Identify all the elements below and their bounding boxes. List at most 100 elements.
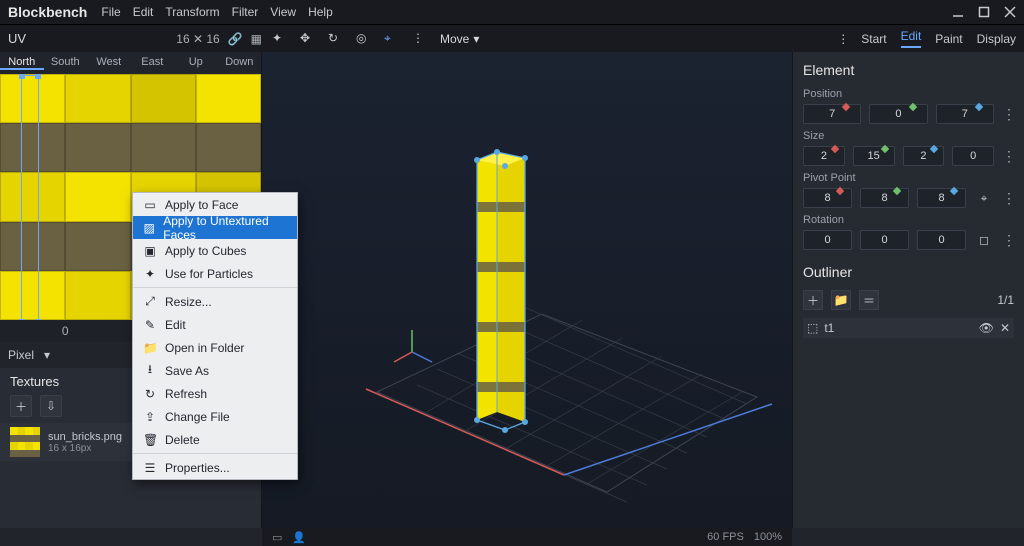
face-east[interactable]: East	[131, 56, 175, 70]
ctx-item-13[interactable]: ☰Properties...	[133, 456, 297, 479]
uv-face-tabs: North South West East Up Down	[0, 52, 261, 74]
mode-display[interactable]: Display	[977, 32, 1016, 46]
rotation-y[interactable]: 0	[860, 230, 909, 250]
outliner-title: Outliner	[803, 264, 1014, 280]
import-texture-button[interactable]: ⇩	[40, 395, 62, 417]
position-x[interactable]: 7	[803, 104, 861, 124]
face-west[interactable]: West	[87, 56, 131, 70]
ctx-icon: ⭳	[143, 360, 157, 381]
pivot-more-icon[interactable]: ⋮	[1002, 190, 1014, 207]
maximize-icon[interactable]	[978, 6, 990, 18]
rotation-lock-icon[interactable]: ◻	[974, 230, 994, 250]
ctx-icon: 🗑	[143, 433, 157, 447]
outliner-item-name: t1	[824, 321, 972, 335]
add-folder-button[interactable]: 📁	[831, 290, 851, 310]
mode-bar: UV 16 ✕ 16 🔗 ▦ ✦ ✥ ↻ ◎ ⌖ ⋮ Move ▾ ⋮ Star…	[0, 24, 1024, 52]
pivot-z[interactable]: 8	[917, 188, 966, 208]
uv-mode-label[interactable]: Pixel	[8, 348, 34, 362]
face-south[interactable]: South	[44, 56, 88, 70]
uv-coord-x[interactable]: 0	[0, 320, 131, 342]
uv-link-icon[interactable]: 🔗	[228, 32, 243, 46]
scale-gizmo-icon[interactable]: ◎	[356, 31, 372, 47]
status-cube-icon: ▭	[272, 531, 282, 544]
minimize-icon[interactable]	[952, 6, 964, 18]
duplicate-button[interactable]: ＝	[859, 290, 879, 310]
menu-transform[interactable]: Transform	[165, 5, 219, 19]
size-more-icon[interactable]: ⋮	[1002, 148, 1014, 165]
ctx-icon: ✎	[143, 318, 157, 332]
position-z[interactable]: 7	[936, 104, 994, 124]
transform-mode-dropdown[interactable]: Move ▾	[440, 32, 479, 46]
pivot-x[interactable]: 8	[803, 188, 852, 208]
center-pivot-icon[interactable]: ⌖	[974, 188, 994, 208]
outliner-item[interactable]: ⬚ t1 👁 ✕	[803, 318, 1014, 338]
uv-grid-icon[interactable]: ▦	[251, 32, 262, 46]
ctx-item-9[interactable]: ↻ Refresh	[133, 382, 297, 405]
cursor-icon[interactable]: ✦	[272, 31, 288, 47]
delete-item-icon[interactable]: ✕	[1000, 321, 1010, 335]
face-down[interactable]: Down	[218, 56, 262, 70]
ctx-label: Resize...	[165, 295, 212, 309]
mode-start[interactable]: Start	[861, 32, 886, 46]
ctx-item-6[interactable]: ✎Edit	[133, 313, 297, 336]
status-fps: 60 FPS	[707, 531, 744, 543]
add-cube-button[interactable]: ＋	[803, 290, 823, 310]
close-icon[interactable]	[1004, 6, 1016, 18]
move-gizmo-icon[interactable]: ✥	[300, 31, 316, 47]
texture-context-menu: ▭Apply to Face▨Apply to Untextured Faces…	[132, 192, 298, 480]
menu-filter[interactable]: Filter	[232, 5, 259, 19]
rotation-label: Rotation	[803, 214, 1014, 226]
visibility-icon[interactable]: 👁	[979, 321, 994, 335]
ctx-icon: ↻	[143, 387, 157, 401]
size-x[interactable]: 2	[803, 146, 845, 166]
position-label: Position	[803, 88, 1014, 100]
transform-mode-label: Move	[440, 32, 469, 46]
size-y[interactable]: 15	[853, 146, 895, 166]
ctx-item-3[interactable]: ✦Use for Particles	[133, 262, 297, 285]
ctx-item-8[interactable]: ⭳Save As	[133, 359, 297, 382]
ctx-label: Open in Folder	[165, 341, 244, 355]
ctx-icon: ⤢	[143, 294, 157, 309]
ctx-item-10[interactable]: ⇪Change File	[133, 405, 297, 428]
ctx-item-1[interactable]: ▨Apply to Untextured Faces	[133, 216, 297, 239]
menu-edit[interactable]: Edit	[133, 5, 154, 19]
more-tools-icon[interactable]: ⋮	[412, 31, 428, 47]
menu-view[interactable]: View	[270, 5, 296, 19]
ctx-label: Change File	[165, 410, 230, 424]
viewport-3d[interactable]	[262, 52, 792, 528]
ctx-item-5[interactable]: ⤢ Resize...	[133, 290, 297, 313]
status-zoom: 100%	[754, 531, 782, 543]
size-label: Size	[803, 130, 1014, 142]
rotate-gizmo-icon[interactable]: ↻	[328, 31, 344, 47]
size-inflate[interactable]: 0	[952, 146, 994, 166]
window-controls	[952, 6, 1016, 18]
add-texture-button[interactable]: ＋	[10, 395, 32, 417]
uv-resolution[interactable]: 16 ✕ 16	[176, 32, 219, 46]
rotation-z[interactable]: 0	[917, 230, 966, 250]
menu-file[interactable]: File	[101, 5, 120, 19]
face-up[interactable]: Up	[174, 56, 218, 70]
mode-more-icon[interactable]: ⋮	[837, 32, 847, 46]
pivot-label: Pivot Point	[803, 172, 1014, 184]
mode-edit[interactable]: Edit	[901, 29, 922, 48]
face-north[interactable]: North	[0, 56, 44, 70]
menu-help[interactable]: Help	[308, 5, 333, 19]
position-y[interactable]: 0	[869, 104, 927, 124]
mode-paint[interactable]: Paint	[935, 32, 962, 46]
pivot-y[interactable]: 8	[860, 188, 909, 208]
rotation-more-icon[interactable]: ⋮	[1002, 232, 1014, 249]
element-section-title: Element	[803, 62, 1014, 78]
app-logo: Blockbench	[8, 4, 87, 20]
ctx-label: Delete	[165, 433, 200, 447]
ctx-item-2[interactable]: ▣Apply to Cubes	[133, 239, 297, 262]
ctx-label: Refresh	[165, 387, 207, 401]
ctx-item-7[interactable]: 📁Open in Folder	[133, 336, 297, 359]
status-bar: ▭ 👤 60 FPS 100%	[262, 528, 792, 546]
ctx-item-11[interactable]: 🗑 Delete	[133, 428, 297, 451]
title-bar: Blockbench File Edit Transform Filter Vi…	[0, 0, 1024, 24]
pivot-icon[interactable]: ⌖	[384, 31, 400, 47]
position-more-icon[interactable]: ⋮	[1002, 106, 1014, 123]
size-z[interactable]: 2	[903, 146, 945, 166]
ctx-label: Apply to Face	[165, 198, 238, 212]
rotation-x[interactable]: 0	[803, 230, 852, 250]
